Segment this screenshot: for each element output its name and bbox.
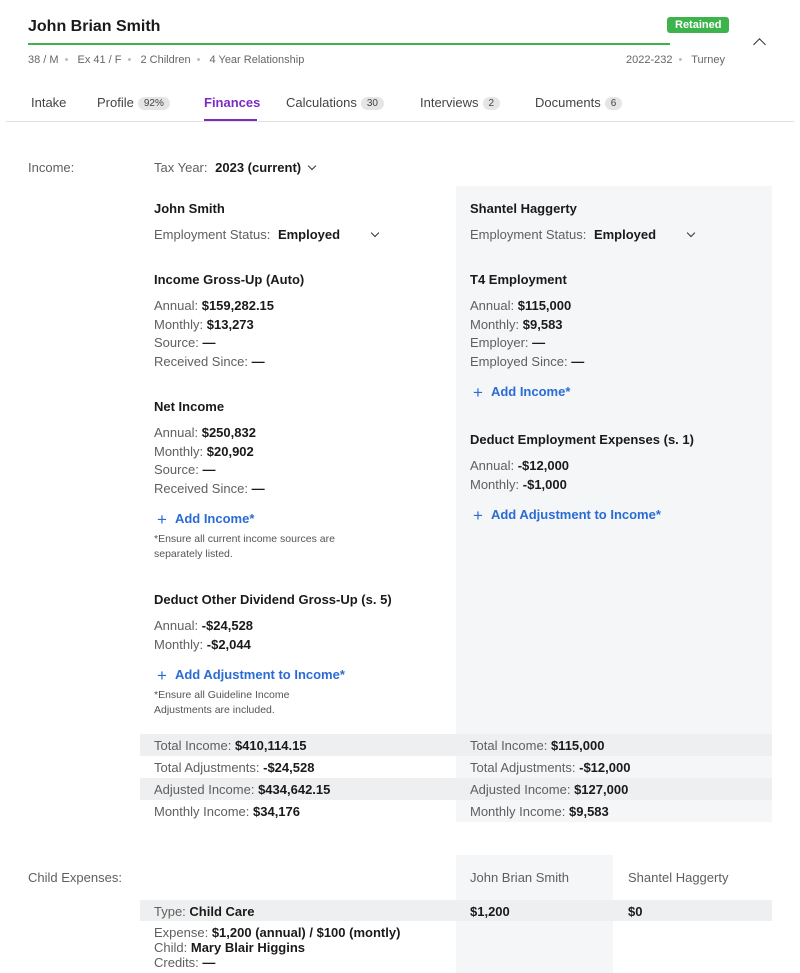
child-expense-left-amount: $1,200 — [470, 904, 510, 919]
right-adjusted-income: Adjusted Income: $127,000 — [470, 782, 629, 797]
status-badge: Retained — [667, 17, 730, 33]
right-employment-status-select[interactable]: Employment Status: Employed — [470, 227, 700, 242]
left-add-income-button[interactable]: + Add Income* — [157, 510, 254, 530]
chevron-down-icon — [370, 228, 380, 238]
employment-status-value: Employed — [277, 227, 341, 242]
child-expenses-col-right: Shantel Haggerty — [628, 870, 729, 885]
t4-employed-since: Employed Since: — — [470, 354, 585, 369]
tab-badge: 2 — [482, 97, 501, 110]
right-add-adjustment-button[interactable]: + Add Adjustment to Income* — [473, 506, 661, 526]
gross-up-title: Income Gross-Up (Auto) — [154, 272, 305, 287]
child-expenses-section-label: Child Expenses: — [28, 870, 122, 885]
lawyer-name: Turney — [691, 54, 726, 66]
tab-calculations[interactable]: Calculations 30 — [286, 95, 384, 110]
child-expense-type: Type: Child Care — [154, 904, 255, 919]
add-adjustment-note: *Ensure all Guideline Income Adjustments… — [154, 689, 290, 716]
plus-icon: + — [473, 383, 483, 402]
t4-annual: Annual: $115,000 — [470, 298, 572, 313]
meta-age: 38 / M — [28, 54, 59, 66]
right-add-income-button[interactable]: + Add Income* — [473, 383, 570, 403]
t4-employer: Employer: — — [470, 335, 546, 350]
plus-icon: + — [157, 666, 167, 685]
case-number: 2022-232 — [626, 54, 673, 66]
active-tab-indicator — [204, 119, 257, 121]
net-income-title: Net Income — [154, 399, 225, 414]
net-source: Source: — — [154, 462, 216, 477]
chevron-down-icon — [307, 161, 317, 171]
tab-finances[interactable]: Finances — [204, 95, 260, 110]
child-expense-amount: Expense: $1,200 (annual) / $100 (montly) — [154, 925, 401, 940]
t4-monthly: Monthly: $9,583 — [470, 317, 563, 332]
meta-children: 2 Children — [140, 54, 191, 66]
right-monthly-income: Monthly Income: $9,583 — [470, 804, 609, 819]
header-case-meta: 2022-232 • Turney — [626, 54, 726, 66]
meta-ex: Ex 41 / F — [77, 54, 122, 66]
right-total-adjustments: Total Adjustments: -$12,000 — [470, 760, 631, 775]
net-received: Received Since: — — [154, 481, 265, 496]
dividend-monthly: Monthly: -$2,044 — [154, 637, 251, 652]
income-section-label: Income: — [28, 160, 75, 175]
tax-year-selector[interactable]: Tax Year: 2023 (current) — [154, 160, 317, 175]
tab-badge: 30 — [360, 97, 384, 110]
header-meta: 38 / M • Ex 41 / F • 2 Children • 4 Year Re… — [28, 54, 305, 66]
add-income-note: *Ensure all current income sources are s… — [154, 533, 335, 560]
tab-badge: 92% — [137, 97, 170, 110]
child-expense-child: Child: Mary Blair Higgins — [154, 940, 306, 955]
meta-relationship: 4 Year Relationship — [209, 54, 305, 66]
tax-year-value: 2023 (current) — [215, 160, 302, 175]
dividend-title: Deduct Other Dividend Gross-Up (s. 5) — [154, 592, 392, 607]
child-expense-credits: Credits: — — [154, 955, 216, 970]
right-person-name: Shantel Haggerty — [470, 201, 577, 216]
net-monthly: Monthly: $20,902 — [154, 444, 254, 459]
dividend-annual: Annual: -$24,528 — [154, 618, 254, 633]
tab-profile[interactable]: Profile 92% — [97, 95, 170, 110]
gross-up-annual: Annual: $159,282.15 — [154, 298, 275, 313]
t4-title: T4 Employment — [470, 272, 567, 287]
plus-icon: + — [473, 506, 483, 525]
left-add-adjustment-button[interactable]: + Add Adjustment to Income* — [157, 666, 345, 686]
right-total-income: Total Income: $115,000 — [470, 738, 605, 753]
child-expenses-col-left: John Brian Smith — [470, 870, 569, 885]
gross-up-received: Received Since: — — [154, 354, 265, 369]
left-adjusted-income: Adjusted Income: $434,642.15 — [154, 782, 331, 797]
client-name: John Brian Smith — [28, 18, 161, 35]
net-annual: Annual: $250,832 — [154, 425, 256, 440]
status-progress-bar — [28, 43, 670, 45]
tab-interviews[interactable]: Interviews 2 — [420, 95, 501, 110]
child-expense-right-amount: $0 — [628, 904, 643, 919]
tab-documents[interactable]: Documents 6 — [535, 95, 623, 110]
left-monthly-income: Monthly Income: $34,176 — [154, 804, 300, 819]
deduct-monthly: Monthly: -$1,000 — [470, 477, 567, 492]
chevron-down-icon — [686, 228, 696, 238]
left-total-income: Total Income: $410,114.15 — [154, 738, 307, 753]
deduct-annual: Annual: -$12,000 — [470, 458, 570, 473]
deduct-employment-title: Deduct Employment Expenses (s. 1) — [470, 432, 694, 447]
tab-intake[interactable]: Intake — [31, 95, 66, 110]
left-employment-status-select[interactable]: Employment Status: Employed — [154, 227, 384, 242]
employment-status-value: Employed — [593, 227, 657, 242]
plus-icon: + — [157, 510, 167, 529]
gross-up-monthly: Monthly: $13,273 — [154, 317, 254, 332]
gross-up-source: Source: — — [154, 335, 216, 350]
tab-badge: 6 — [604, 97, 623, 110]
left-total-adjustments: Total Adjustments: -$24,528 — [154, 760, 315, 775]
left-person-name: John Smith — [154, 201, 225, 216]
